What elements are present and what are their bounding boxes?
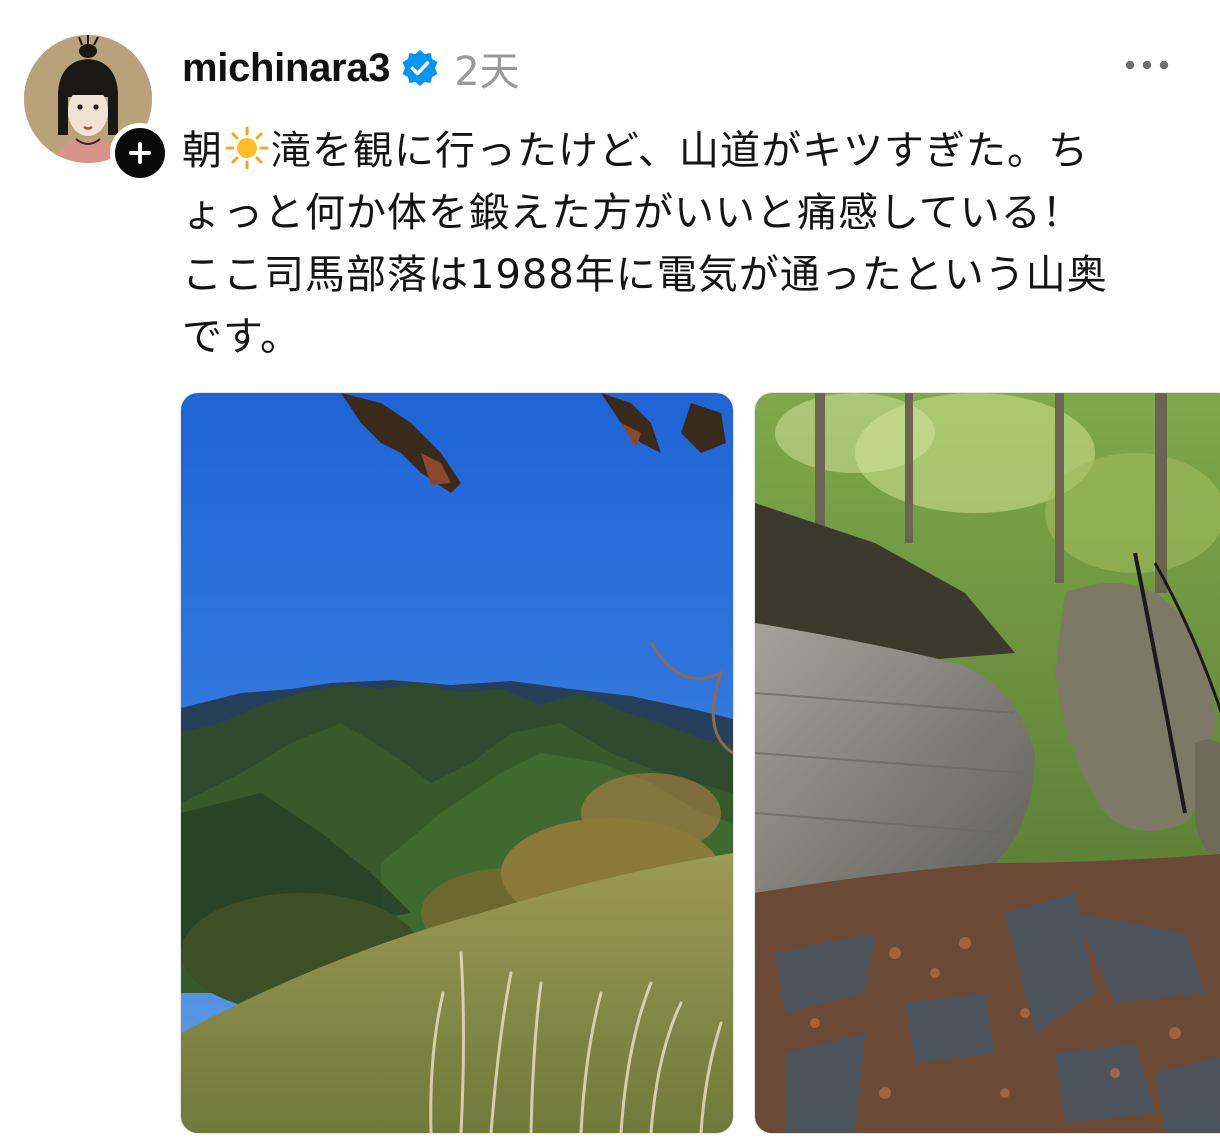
post-text-line-1-text: 滝を観に行ったけど、山道がキツすぎた。ち xyxy=(271,128,1089,174)
post-timestamp: 2天 xyxy=(454,49,520,95)
post-text-line-3: ここ司馬部落は1988年に電気が通ったという山奥 xyxy=(182,252,1108,298)
mountain-view-photo[interactable] xyxy=(180,392,734,1134)
post-text-line-2: ょっと何か体を鍛えた方がいいと痛感している！ xyxy=(182,190,1083,236)
username-link[interactable]: michinara3 xyxy=(182,46,391,91)
avatar-container[interactable] xyxy=(24,35,170,183)
plus-icon xyxy=(129,142,151,164)
follow-button[interactable] xyxy=(110,123,170,183)
more-options-button[interactable] xyxy=(1122,52,1172,78)
sun-emoji-icon xyxy=(225,126,269,170)
post-text-line-4: です。 xyxy=(182,314,301,360)
post-text-line-1: 朝 滝を観に行ったけど、山道がキツすぎた。ち xyxy=(182,120,1192,182)
more-options-icon xyxy=(1125,60,1169,70)
thread-post: michinara3 2天 朝 滝を観に行ったけど、山道がキツすぎた。ち ょっと… xyxy=(0,0,1220,1142)
verified-badge-icon xyxy=(400,48,440,88)
post-text-prefix: 朝 xyxy=(182,128,223,174)
post-text: 朝 滝を観に行ったけど、山道がキツすぎた。ち ょっと何か体を鍛えた方がいいと痛感… xyxy=(182,120,1192,368)
rocky-trail-photo[interactable] xyxy=(754,392,1220,1134)
post-header: michinara3 2天 xyxy=(182,40,520,96)
